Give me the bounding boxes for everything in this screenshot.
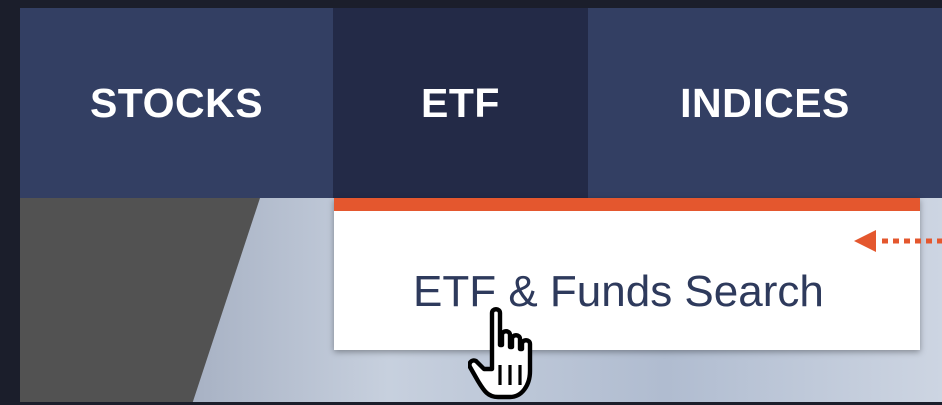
nav-item-stocks[interactable]: STOCKS — [20, 8, 333, 198]
hand-pointer-icon — [468, 307, 533, 400]
dotted-arrow-left-icon — [854, 230, 942, 252]
nav-item-indices[interactable]: INDICES — [588, 8, 942, 198]
main-navbar: STOCKS ETF INDICES — [20, 8, 942, 198]
nav-item-etf[interactable]: ETF — [333, 8, 588, 198]
etf-dropdown-menu: ETF & Funds Search — [334, 198, 920, 350]
